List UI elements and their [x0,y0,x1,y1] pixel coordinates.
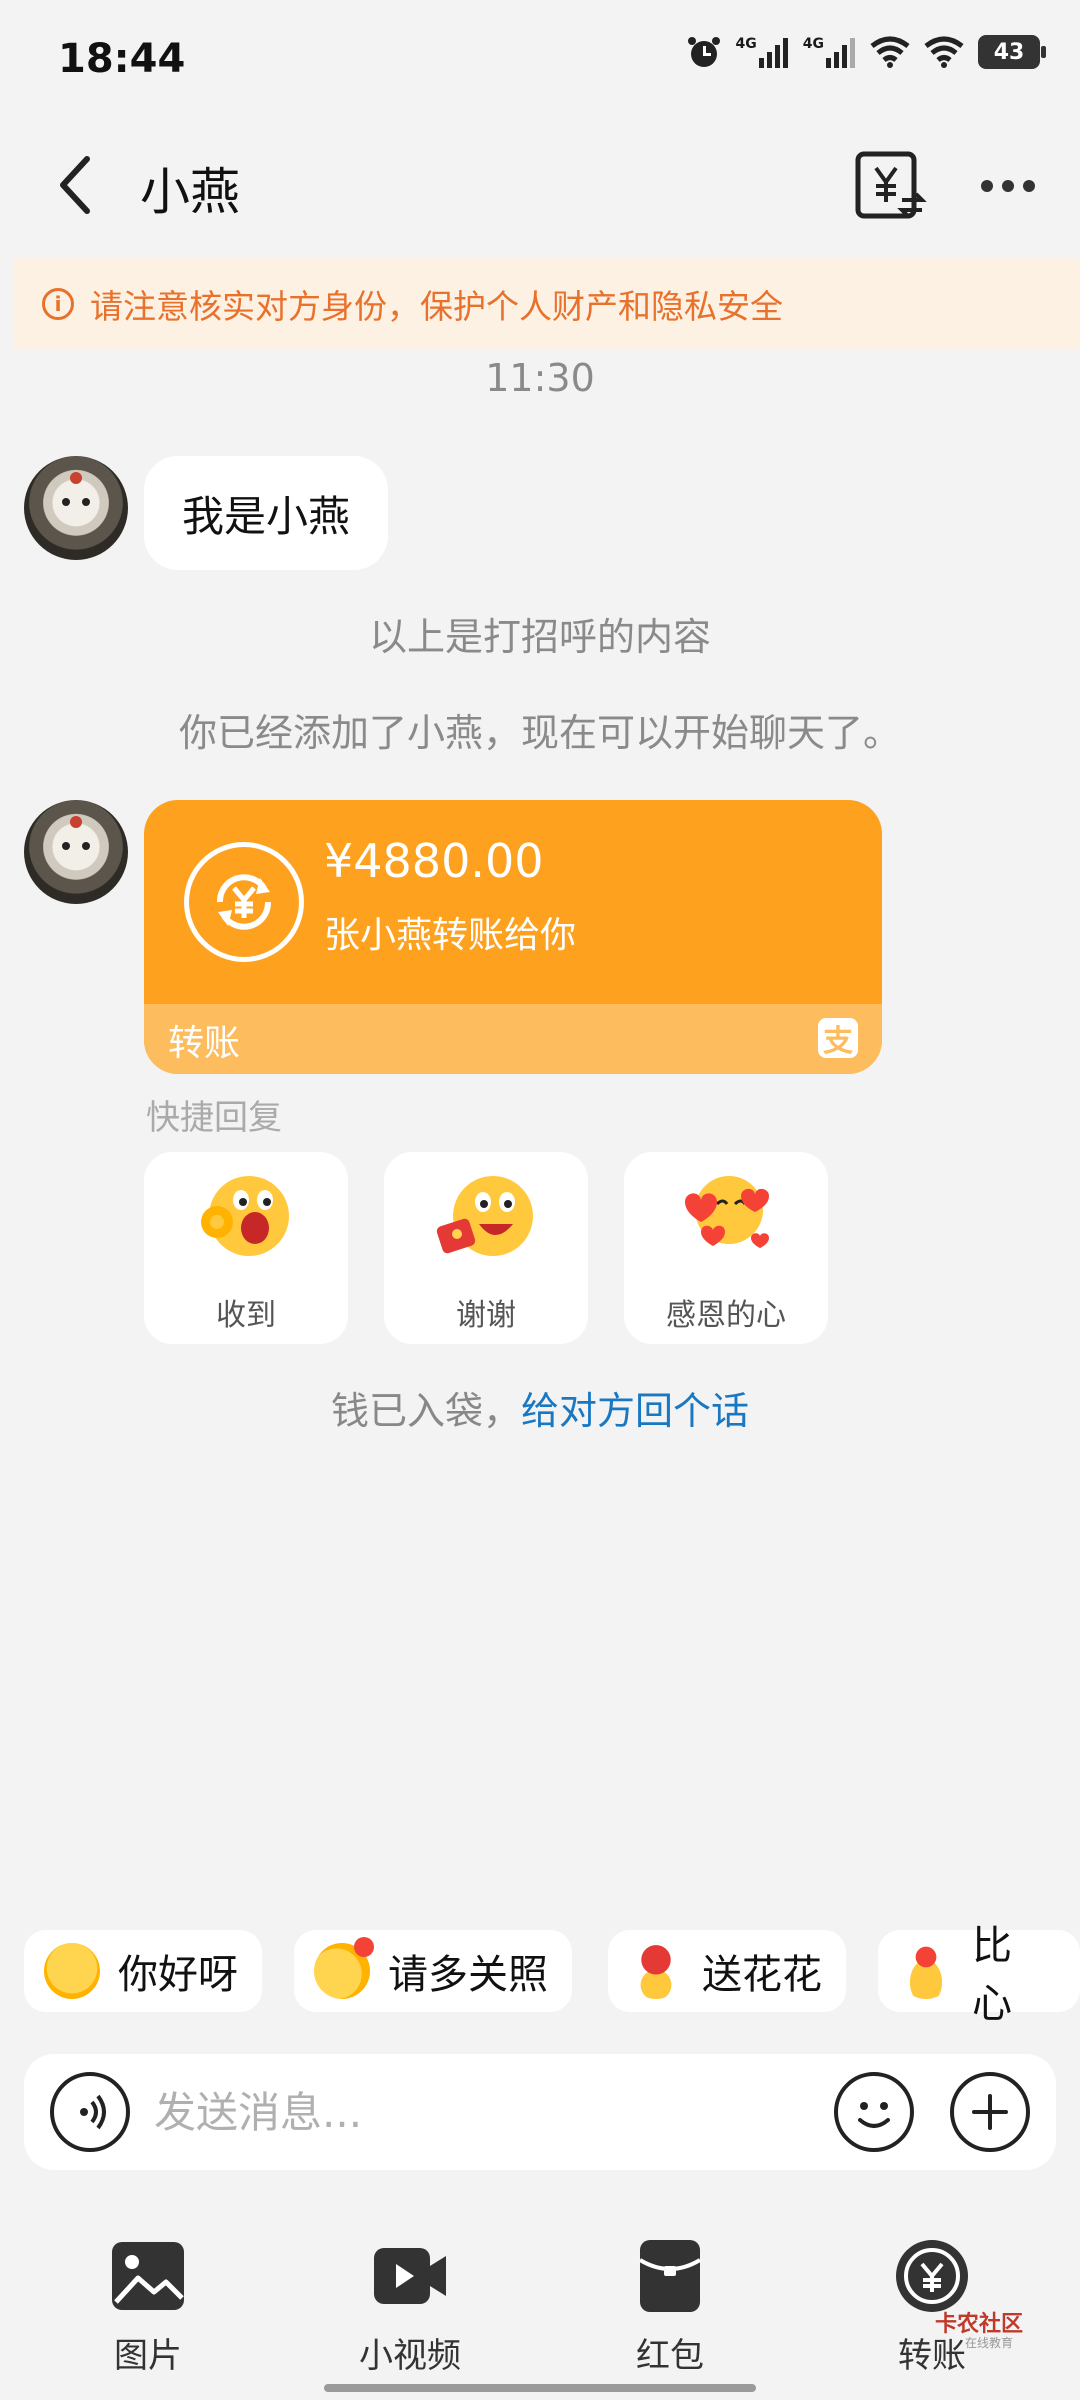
tool-label: 图片 [114,2336,182,2376]
avatar-detail [70,816,82,828]
status-icons: 4G 4G 43 [686,34,1046,70]
message-bubble[interactable]: 我是小燕 [144,456,389,570]
info-icon: i [42,288,74,320]
back-button[interactable] [40,150,110,220]
message-timestamp: 11:30 [485,356,595,400]
transfer-amount: ¥4880.00 [324,834,544,888]
cellular-signal-icon-1: 4G [736,36,789,68]
status-bar: 18:44 4G 4G 43 [0,0,1080,120]
tool-image[interactable]: 图片 [68,2236,228,2376]
contact-avatar[interactable] [24,456,128,560]
flower-icon [628,1943,684,1999]
chip-label: 比心 [972,1923,1012,2027]
more-button[interactable] [970,156,1046,216]
image-icon [112,2242,184,2310]
chat-header: 小燕 [0,130,1080,240]
more-dot [1002,180,1014,192]
smiley-icon [858,2102,890,2128]
sticker-chip-flower[interactable]: 送花花 [608,1930,846,2012]
cellular-signal-icon-2: 4G [803,36,856,68]
quick-reply-label-text: 感恩的心 [666,1298,786,1333]
more-actions-button[interactable] [950,2072,1030,2152]
hearts-emoji-icon [685,1176,769,1248]
chat-title: 小燕 [140,163,240,221]
quick-reply-thanks[interactable]: 谢谢 [384,1152,588,1344]
quick-reply-received[interactable]: 收到 [144,1152,348,1344]
battery-icon: 43 [978,35,1046,69]
quick-reply-label-text: 谢谢 [456,1298,516,1333]
wifi-icon [870,36,910,68]
quick-reply-label: 快捷回复 [146,1098,282,1138]
tool-video[interactable]: 小视频 [330,2236,490,2376]
red-packet-icon [638,2240,702,2312]
transfer-exchange-icon [184,842,304,962]
money-hint-text: 钱已入袋， [330,1389,521,1433]
system-message-greeting: 以上是打招呼的内容 [368,615,711,659]
more-dot [981,180,993,192]
yuan-transfer-icon [855,151,927,219]
transfer-header-button[interactable] [852,148,928,224]
sticker-chip-please[interactable]: 请多关照 [294,1930,572,2012]
chip-label: 送花花 [702,1952,822,1998]
tool-red-packet[interactable]: 红包 [590,2236,750,2376]
voice-input-button[interactable] [50,2072,130,2152]
transfer-icon [896,2240,968,2312]
hello-emoji-icon [44,1943,100,1999]
sticker-chip-finger-heart[interactable]: 比心 [878,1923,1080,2027]
alipay-logo-icon: 支 [818,1018,858,1059]
warning-text: 请注意核实对方身份，保护个人财产和隐私安全 [90,287,783,326]
tool-label: 小视频 [359,2336,461,2376]
status-time: 18:44 [58,36,186,82]
tool-label: 红包 [636,2336,704,2376]
emoji-button[interactable] [834,2072,914,2152]
network-type-2: 4G [802,36,824,52]
message-input[interactable] [154,2082,834,2142]
quick-reply-label-text: 收到 [216,1298,276,1333]
avatar-detail [62,842,70,850]
transfer-card-footer: 转账 支 [144,1004,882,1074]
security-warning-banner: i 请注意核实对方身份，保护个人财产和隐私安全 [14,258,1080,350]
hug-emoji-icon [314,1937,374,1999]
plus-icon [972,2094,1008,2130]
voice-icon [80,2094,106,2130]
reply-link[interactable]: 给对方回个话 [521,1389,749,1433]
sticker-chip-hello[interactable]: 你好呀 [24,1930,262,2012]
finger-heart-icon [898,1943,954,1999]
quick-reply-gratitude[interactable]: 感恩的心 [624,1152,828,1344]
more-dot [1023,180,1035,192]
chip-label: 请多关照 [388,1952,548,1998]
watermark-subtext: 在线教育 [965,2336,1014,2350]
contact-avatar[interactable] [24,800,128,904]
network-type-1: 4G [735,36,757,52]
transfer-card[interactable]: ¥4880.00 张小燕转账给你 转账 支 [144,800,882,1074]
thanks-red-envelope-emoji-icon [436,1176,533,1256]
system-message-added: 你已经添加了小燕，现在可以开始聊天了。 [178,711,901,755]
avatar-detail [70,472,82,484]
ok-hand-emoji-icon [201,1176,289,1256]
money-received-hint: 钱已入袋，给对方回个话 [0,1380,1080,1435]
chevron-left-icon [60,156,90,214]
message-input-bar [24,2054,1056,2170]
alarm-icon [687,37,720,67]
video-icon [374,2248,446,2304]
avatar-detail [82,498,90,506]
transfer-description: 张小燕转账给你 [324,915,577,956]
wifi-icon-2 [924,36,964,68]
avatar-detail [62,498,70,506]
avatar-detail [82,842,90,850]
home-indicator[interactable] [324,2384,756,2392]
transfer-type-label: 转账 [168,1023,241,1064]
chip-label: 你好呀 [118,1952,238,1998]
